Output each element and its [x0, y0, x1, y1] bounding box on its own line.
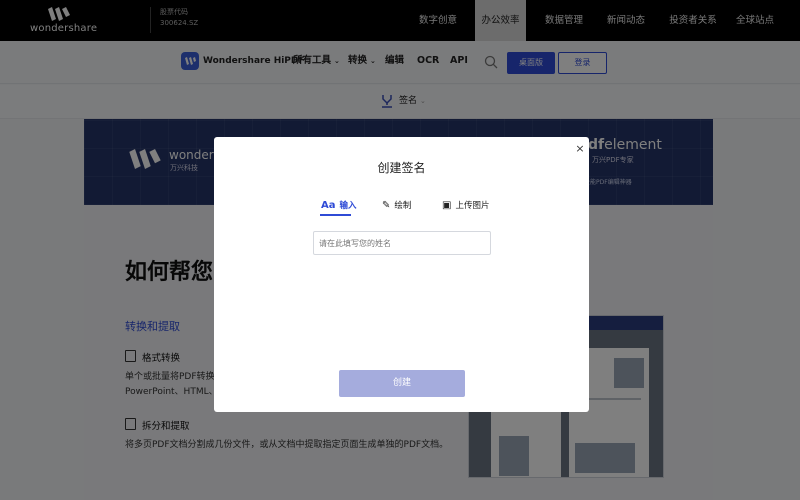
tab-draw-label: 绘制 [394, 201, 412, 211]
active-tab-indicator [320, 214, 351, 216]
tab-upload-image[interactable]: ▣ 上传图片 [442, 199, 489, 213]
tab-draw[interactable]: ✎ 绘制 [382, 199, 411, 213]
tab-type[interactable]: Aa 输入 [321, 199, 357, 213]
create-button[interactable]: 创建 [339, 370, 465, 397]
tab-upload-label: 上传图片 [455, 201, 490, 211]
text-aa-icon: Aa [321, 200, 336, 211]
image-icon: ▣ [442, 200, 452, 211]
signature-name-input[interactable] [313, 231, 491, 255]
pen-icon: ✎ [382, 200, 391, 211]
close-icon[interactable]: × [574, 143, 586, 155]
tab-type-label: 输入 [339, 201, 357, 211]
dialog-title: 创建签名 [377, 161, 426, 175]
